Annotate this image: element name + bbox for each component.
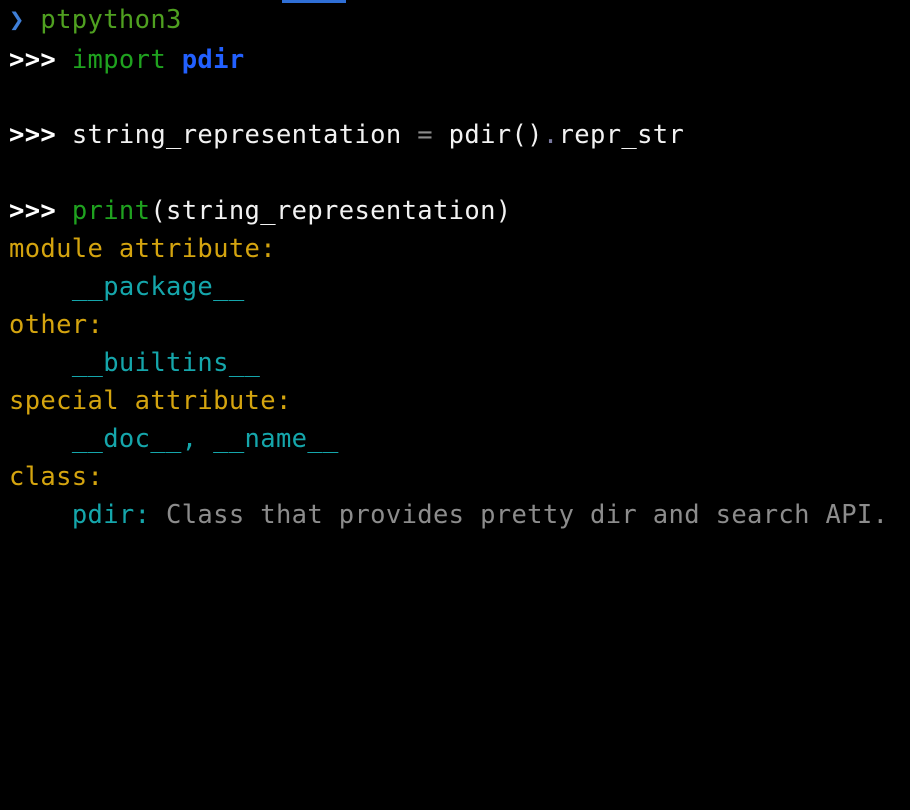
shell-command: ptpython3 xyxy=(40,5,182,35)
repl-line-assignment: >>> string_representation = pdir().repr_… xyxy=(9,116,684,154)
section-items-text: __builtins__ xyxy=(71,348,261,378)
class-docstring: Class that provides pretty dir and searc… xyxy=(166,500,889,530)
output-section-header: special attribute: xyxy=(9,382,292,420)
shell-prompt-arrow-icon: ❯ xyxy=(9,5,25,35)
repl-prompt: >>> xyxy=(9,196,57,226)
repl-line-print: >>> print(string_representation) xyxy=(9,192,511,230)
output-section-items: __builtins__ xyxy=(9,344,260,382)
repl-prompt: >>> xyxy=(9,45,57,75)
variable-name: string_representation xyxy=(71,120,402,150)
assignment-operator: = xyxy=(417,120,433,150)
section-header-text: module attribute: xyxy=(9,234,276,264)
output-section-items: __package__ xyxy=(9,268,245,306)
repl-line-import: >>> import pdir xyxy=(9,41,245,79)
section-items-text: __doc__, __name__ xyxy=(71,424,339,454)
shell-command-line: ❯ ptpython3 xyxy=(9,1,182,39)
module-name: pdir xyxy=(181,45,245,75)
section-header-text: other: xyxy=(9,310,104,340)
attribute-dot: . xyxy=(542,120,559,150)
section-header-text: special attribute: xyxy=(9,386,292,416)
print-arguments: (string_representation) xyxy=(150,196,512,226)
class-name-text: pdir: xyxy=(71,500,151,530)
section-items-text: __package__ xyxy=(71,272,245,302)
output-section-header: class: xyxy=(9,458,103,496)
attribute-name: repr_str xyxy=(558,120,685,150)
repl-prompt: >>> xyxy=(9,120,57,150)
section-header-text: class: xyxy=(9,462,104,492)
function-call: pdir() xyxy=(448,120,543,150)
output-section-items: __doc__, __name__ xyxy=(9,420,339,458)
terminal-window[interactable]: ❯ ptpython3 >>> import pdir >>> string_r… xyxy=(0,0,910,540)
tab-indicator xyxy=(282,0,346,3)
output-section-header: other: xyxy=(9,306,103,344)
builtin-print: print xyxy=(71,196,151,226)
output-section-items: pdir: Class that provides pretty dir and… xyxy=(9,496,888,534)
output-section-header: module attribute: xyxy=(9,230,276,268)
keyword-import: import xyxy=(71,45,167,75)
